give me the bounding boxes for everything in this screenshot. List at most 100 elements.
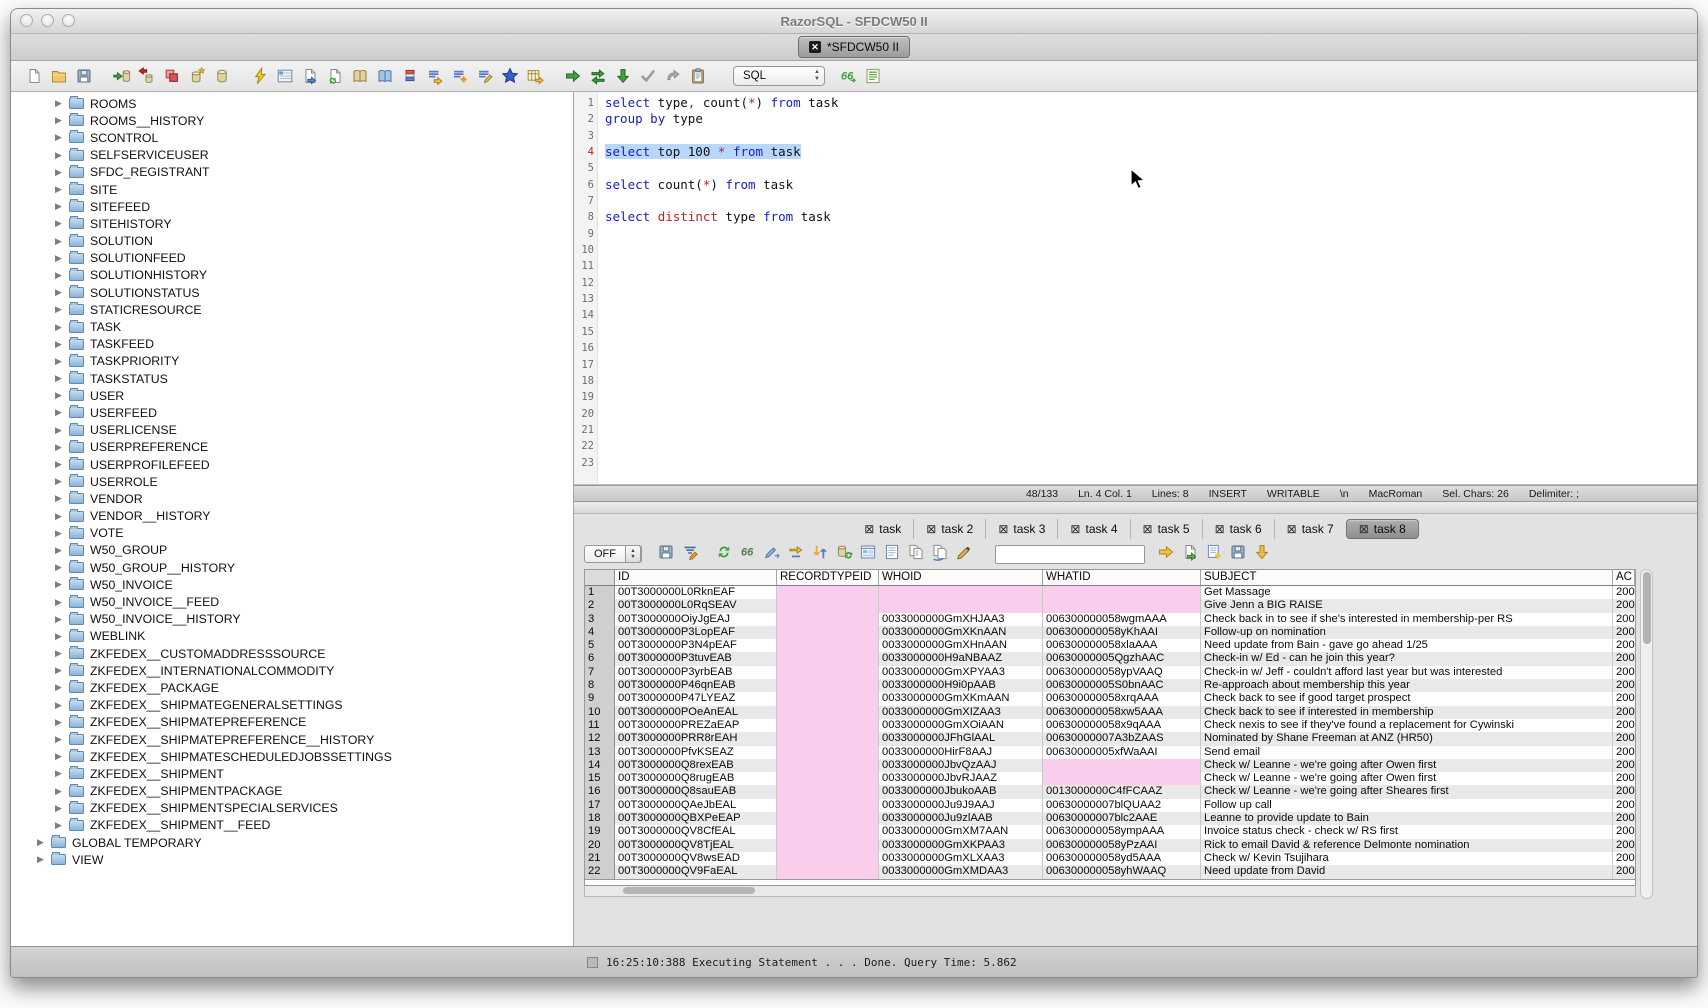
cell-recordtypeid[interactable] (777, 666, 879, 679)
cell-whatid[interactable]: 00630000005QgzhAAC (1043, 652, 1201, 665)
disclosure-triangle-icon[interactable]: ▶ (52, 631, 65, 642)
title-bar[interactable]: RazorSQL - SFDCW50 II (11, 9, 1697, 34)
cell-recordtypeid[interactable] (777, 706, 879, 719)
disclosure-triangle-icon[interactable]: ▶ (52, 803, 65, 814)
code-line[interactable]: select type, count(*) from task (605, 95, 1697, 111)
tree-item-sitehistory[interactable]: ▶SITEHISTORY (11, 215, 573, 232)
tree-item-site[interactable]: ▶SITE (11, 181, 573, 198)
result-tab-task-3[interactable]: ⊠task 3 (985, 519, 1057, 539)
code-line[interactable] (605, 193, 1697, 209)
database-browser-icon[interactable] (213, 67, 231, 85)
tree-item-userprofilefeed[interactable]: ▶USERPROFILEFEED (11, 456, 573, 473)
cell-subject[interactable]: Check-in w/ Jeff - couldn't afford last … (1201, 666, 1613, 679)
tree-item-taskfeed[interactable]: ▶TASKFEED (11, 336, 573, 353)
results-search-input[interactable] (995, 545, 1145, 564)
tree-item-vote[interactable]: ▶VOTE (11, 525, 573, 542)
table-row[interactable]: 600T3000000P3tuvEAB0033000000H9aNBAAZ006… (585, 652, 1635, 665)
cell-recordtypeid[interactable] (777, 639, 879, 652)
table-row[interactable]: 500T3000000P3N4pEAF0033000000GmXHnAAN006… (585, 639, 1635, 652)
export-results-icon[interactable] (1181, 548, 1199, 565)
disclosure-triangle-icon[interactable]: ▶ (52, 545, 65, 556)
cell-whatid[interactable] (1043, 586, 1201, 599)
table-row[interactable]: 900T3000000P47LYEAZ0033000000GmXKmAAN006… (585, 692, 1635, 705)
column-header-whatid[interactable]: WHATID (1043, 570, 1201, 585)
cell-subject[interactable]: Need update from Bain - gave go ahead 1/… (1201, 639, 1613, 652)
edit-sql-icon[interactable] (476, 67, 494, 85)
cell-subject[interactable]: Check back to see if interested in membe… (1201, 706, 1613, 719)
cell-whatid[interactable]: 006300000058ympAAA (1043, 825, 1201, 838)
table-row[interactable]: 1000T3000000POeAnEAL0033000000GmXIZAA300… (585, 706, 1635, 719)
cell-id[interactable]: 00T3000000P3N4pEAF (615, 639, 777, 652)
cell-subject[interactable]: Check w/ Leanne - we're going after Owen… (1201, 759, 1613, 772)
cell-id[interactable]: 00T3000000POeAnEAL (615, 706, 777, 719)
connect-icon[interactable] (113, 67, 131, 85)
cell-recordtypeid[interactable] (777, 586, 879, 599)
save-icon[interactable] (75, 67, 93, 85)
table-row[interactable]: 1100T3000000PREZaEAP0033000000GmXOiAAN00… (585, 719, 1635, 732)
disclosure-triangle-icon[interactable]: ▶ (52, 442, 65, 453)
cell-whoid[interactable]: 0033000000JFhGlAAL (879, 732, 1043, 745)
view-record-icon[interactable]: 66 (739, 548, 757, 565)
cell-whatid[interactable]: 00630000005S0bnAAC (1043, 679, 1201, 692)
tree-item-task[interactable]: ▶TASK (11, 318, 573, 335)
cell-subject[interactable]: Check w/ Leanne - we're going after Owen… (1201, 772, 1613, 785)
query-builder-icon[interactable] (276, 67, 294, 85)
close-button[interactable] (20, 14, 33, 27)
code-line[interactable] (605, 455, 1697, 471)
tree-item-zkfedex-shipment[interactable]: ▶ZKFEDEX__SHIPMENT (11, 765, 573, 782)
table-row[interactable]: 1300T3000000PfvKSEAZ0033000000HirF8AAJ00… (585, 746, 1635, 759)
single-record-view-icon[interactable] (883, 548, 901, 565)
disclosure-triangle-icon[interactable]: ▶ (52, 648, 65, 659)
import-data-icon[interactable] (326, 67, 344, 85)
execute-fetch-icon[interactable] (614, 67, 632, 85)
cell-recordtypeid[interactable] (777, 852, 879, 865)
fetch-more-icon[interactable] (1253, 548, 1271, 565)
cell-recordtypeid[interactable] (777, 759, 879, 772)
find-next-icon[interactable] (1157, 548, 1175, 565)
result-tab-task-6[interactable]: ⊠task 6 (1202, 519, 1274, 539)
cell-whoid[interactable]: 0033000000GmXHnAAN (879, 639, 1043, 652)
cell-whatid[interactable]: 006300000058ypVAAQ (1043, 666, 1201, 679)
spinner-arrows-icon[interactable]: ▲▼ (625, 545, 641, 563)
cell-ac[interactable]: 2006 (1613, 692, 1635, 705)
database-tree-panel[interactable]: ▶ROOMS▶ROOMS__HISTORY▶SCONTROL▶SELFSERVI… (11, 92, 574, 946)
result-tab-task-7[interactable]: ⊠task 7 (1274, 519, 1346, 539)
editor-horizontal-scrollbar[interactable] (574, 502, 1697, 514)
tree-item-userfeed[interactable]: ▶USERFEED (11, 404, 573, 421)
cell-id[interactable]: 00T3000000L0RknEAF (615, 586, 777, 599)
result-tab-close-icon[interactable]: ⊠ (1287, 523, 1297, 535)
search-icon[interactable]: 66 (839, 67, 857, 85)
filter-results-icon[interactable] (681, 548, 699, 565)
cell-recordtypeid[interactable] (777, 772, 879, 785)
code-line[interactable]: select top 100 * from task (605, 144, 1697, 160)
cell-recordtypeid[interactable] (777, 613, 879, 626)
tree-item-userrole[interactable]: ▶USERROLE (11, 473, 573, 490)
code-line[interactable] (605, 324, 1697, 340)
vscroll-thumb[interactable] (1643, 572, 1651, 644)
cell-subject[interactable]: Check w/ Leanne - we're going after Shea… (1201, 785, 1613, 798)
disclosure-triangle-icon[interactable]: ▶ (52, 322, 65, 333)
cell-ac[interactable]: 2006 (1613, 613, 1635, 626)
execute-sql-icon[interactable] (564, 67, 582, 85)
cell-recordtypeid[interactable] (777, 839, 879, 852)
column-header-subject[interactable]: SUBJECT (1201, 570, 1613, 585)
disclosure-triangle-icon[interactable]: ▶ (52, 476, 65, 487)
cell-whoid[interactable]: 0033000000GmXIZAA3 (879, 706, 1043, 719)
disclosure-triangle-icon[interactable]: ▶ (52, 407, 65, 418)
cell-id[interactable]: 00T3000000QV8CfEAL (615, 825, 777, 838)
disclosure-triangle-icon[interactable]: ▶ (52, 201, 65, 212)
result-tab-close-icon[interactable]: ⊠ (1359, 523, 1369, 535)
cell-ac[interactable]: 2006 (1613, 865, 1635, 878)
code-line[interactable] (605, 406, 1697, 422)
code-line[interactable] (605, 258, 1697, 274)
cell-ac[interactable]: 2006 (1613, 825, 1635, 838)
cell-whoid[interactable]: 0033000000GmXLXAA3 (879, 852, 1043, 865)
minimize-button[interactable] (41, 14, 54, 27)
disclosure-triangle-icon[interactable]: ▶ (52, 253, 65, 264)
disclosure-triangle-icon[interactable]: ▶ (52, 751, 65, 762)
disconnect-icon[interactable] (138, 67, 156, 85)
tree-item-w50-group-history[interactable]: ▶W50_GROUP__HISTORY (11, 559, 573, 576)
cell-id[interactable]: 00T3000000QBXPeEAP (615, 812, 777, 825)
disclosure-triangle-icon[interactable]: ▶ (52, 511, 65, 522)
table-contents-icon[interactable] (401, 67, 419, 85)
